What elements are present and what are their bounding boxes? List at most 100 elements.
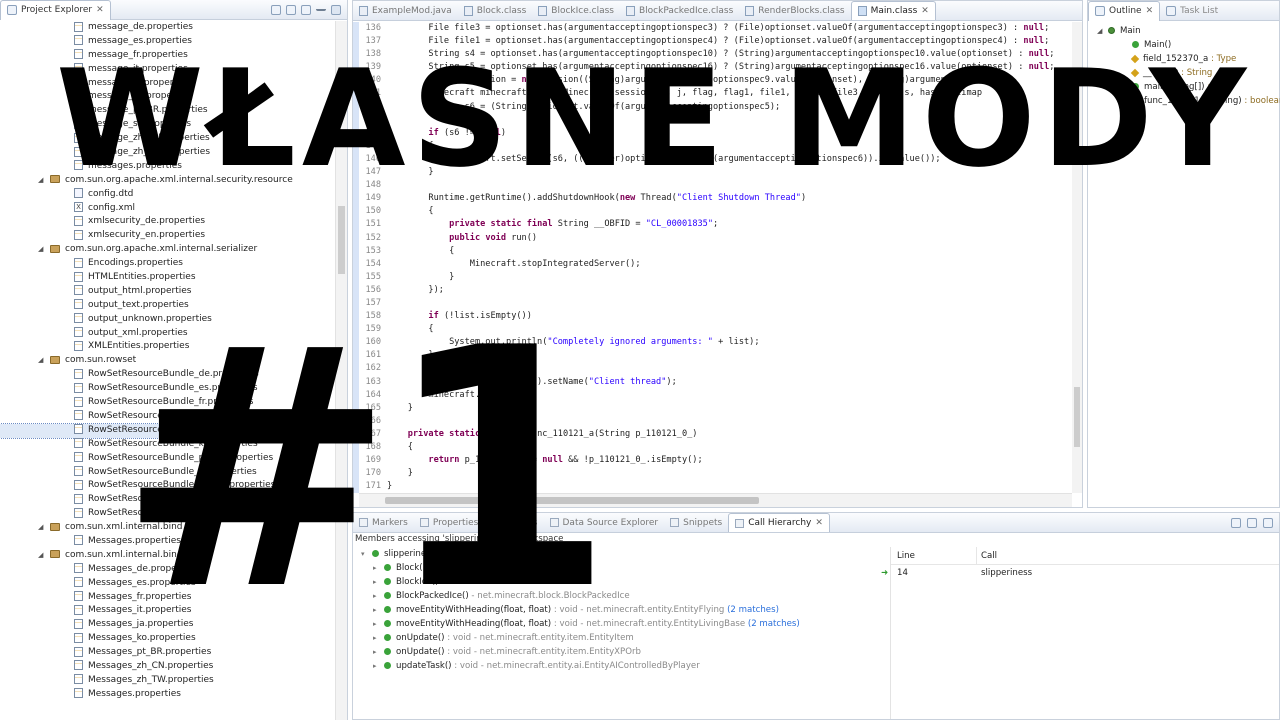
bottom-tab[interactable]: Snippets bbox=[664, 513, 728, 532]
outline-tab-label: Task List bbox=[1180, 5, 1219, 16]
properties-file-icon bbox=[74, 368, 83, 379]
properties-file-icon bbox=[74, 271, 83, 282]
code-text: private static final String __OBFID = "C… bbox=[449, 219, 719, 230]
editor-vertical-thumb[interactable] bbox=[1074, 387, 1080, 447]
class-icon bbox=[1108, 27, 1115, 34]
properties-file-icon bbox=[74, 632, 83, 643]
column-header-line[interactable]: Line bbox=[891, 547, 977, 564]
tab-task-list[interactable]: Task List bbox=[1160, 1, 1224, 21]
close-icon[interactable]: ✕ bbox=[96, 5, 104, 15]
collapse-all-icon[interactable] bbox=[271, 4, 281, 15]
code-line: 150 { bbox=[359, 205, 1072, 218]
code-line: 136 File file3 = optionset.has(argumenta… bbox=[359, 22, 1072, 35]
file-node[interactable]: Messages_zh_CN.properties bbox=[0, 660, 335, 674]
file-node[interactable]: xmlsecurity_de.properties bbox=[0, 215, 335, 229]
link-editor-icon[interactable] bbox=[286, 4, 296, 15]
code-text: { bbox=[387, 245, 455, 256]
view-menu-icon[interactable] bbox=[301, 4, 311, 15]
properties-file-icon bbox=[74, 313, 83, 324]
line-number-value: 14 bbox=[897, 568, 908, 578]
properties-file-icon bbox=[74, 660, 83, 671]
expand-arrow-icon[interactable]: ◢ bbox=[1097, 24, 1102, 38]
editor-tab-label: RenderBlocks.class bbox=[758, 5, 845, 16]
task-list-icon bbox=[1166, 5, 1177, 16]
editor-tab-label: ExampleMod.java bbox=[372, 5, 452, 16]
file-node[interactable]: message_de.properties bbox=[0, 21, 335, 35]
minimize-icon[interactable] bbox=[316, 5, 326, 11]
call-member-name: updateTask() bbox=[396, 661, 452, 671]
file-node[interactable]: Messages.properties bbox=[0, 688, 335, 702]
expand-arrow-icon[interactable]: ◢ bbox=[38, 521, 46, 535]
properties-file-icon bbox=[74, 340, 83, 351]
tree-node-label: Encodings.properties bbox=[88, 258, 183, 269]
code-line: 153 { bbox=[359, 245, 1072, 258]
outline-item[interactable]: ◢ Main bbox=[1088, 24, 1279, 38]
cell-line: ➜ 14 bbox=[881, 565, 977, 581]
tree-node-label: Messages_zh_TW.properties bbox=[88, 674, 214, 685]
file-node[interactable]: Encodings.properties bbox=[0, 257, 335, 271]
properties-file-icon bbox=[74, 535, 83, 546]
expand-arrow-icon[interactable]: ◢ bbox=[38, 243, 46, 257]
class-file-icon bbox=[463, 5, 473, 16]
call-member-location: : void - net.minecraft.entity.ai.EntityA… bbox=[451, 661, 700, 671]
expand-arrow-icon[interactable]: ◢ bbox=[38, 174, 46, 188]
file-node[interactable]: Messages_zh_TW.properties bbox=[0, 674, 335, 688]
code-text: { bbox=[387, 206, 434, 217]
editor-tab[interactable]: ExampleMod.java bbox=[353, 1, 458, 20]
table-header: Line Call bbox=[891, 547, 1279, 565]
outline-tab-label: Outline bbox=[1109, 6, 1142, 16]
properties-file-icon bbox=[74, 424, 83, 435]
class-file-icon bbox=[538, 5, 548, 16]
tab-project-explorer[interactable]: Project Explorer ✕ bbox=[0, 0, 111, 20]
code-line: 154 Minecraft.stopIntegratedServer(); bbox=[359, 258, 1072, 271]
overlay-episode-number: #1 bbox=[118, 278, 614, 662]
bottom-tab-label: Snippets bbox=[683, 517, 723, 528]
package-icon bbox=[50, 355, 60, 364]
outline-item-label: Main bbox=[1120, 26, 1141, 36]
editor-tab[interactable]: Main.class ✕ bbox=[850, 1, 936, 20]
tab-outline[interactable]: Outline ✕ bbox=[1088, 0, 1161, 21]
file-node[interactable]: Xconfig.xml bbox=[0, 202, 335, 216]
properties-file-icon bbox=[74, 563, 83, 574]
code-text: Minecraft.stopIntegratedServer(); bbox=[387, 258, 641, 269]
caller-hierarchy-icon[interactable] bbox=[1263, 517, 1273, 528]
project-explorer-tabbar: Project Explorer ✕ bbox=[0, 0, 347, 20]
editor-tab[interactable]: BlockIce.class bbox=[532, 1, 620, 20]
editor-tab[interactable]: BlockPackedIce.class bbox=[620, 1, 739, 20]
expand-arrow-icon[interactable]: ◢ bbox=[38, 549, 46, 563]
table-row[interactable]: ➜ 14 slipperiness bbox=[881, 565, 1279, 581]
properties-file-icon bbox=[74, 21, 83, 32]
editor-tab[interactable]: RenderBlocks.class bbox=[739, 1, 850, 20]
call-location-table: Line Call ➜ 14 slipperiness bbox=[881, 547, 1279, 719]
maximize-icon[interactable] bbox=[331, 4, 341, 15]
class-file-icon bbox=[745, 5, 755, 16]
editor-tab-label: Block.class bbox=[476, 5, 527, 16]
properties-file-icon bbox=[74, 479, 83, 490]
close-icon[interactable]: ✕ bbox=[921, 6, 929, 16]
tree-node-label: message_de.properties bbox=[88, 22, 193, 32]
properties-file-icon bbox=[74, 688, 83, 699]
package-node[interactable]: ◢ com.sun.org.apache.xml.internal.seriali… bbox=[0, 243, 335, 257]
column-header-call[interactable]: Call bbox=[977, 547, 997, 564]
go-to-arrow-icon: ➜ bbox=[881, 568, 889, 578]
close-icon[interactable]: ✕ bbox=[1146, 6, 1154, 16]
bottom-tab[interactable]: Call Hierarchy ✕ bbox=[728, 513, 830, 532]
refresh-icon[interactable] bbox=[1231, 517, 1241, 528]
properties-file-icon bbox=[74, 466, 83, 476]
expand-arrow-icon[interactable]: ◢ bbox=[38, 354, 46, 368]
properties-file-icon bbox=[74, 438, 83, 449]
close-icon[interactable]: ✕ bbox=[815, 518, 823, 528]
tab-project-explorer-label: Project Explorer bbox=[21, 5, 93, 15]
code-line: 151 private static final String __OBFID … bbox=[359, 218, 1072, 231]
explorer-scrollbar-thumb[interactable] bbox=[338, 206, 345, 274]
editor-tabbar: ExampleMod.java Block.class BlockIce.class… bbox=[353, 1, 1082, 21]
editor-tab[interactable]: Block.class bbox=[458, 1, 533, 20]
cell-call: slipperiness bbox=[981, 568, 1033, 578]
class-file-icon bbox=[359, 5, 368, 16]
callee-hierarchy-icon[interactable] bbox=[1247, 517, 1257, 528]
tree-node-label: Messages_zh_CN.properties bbox=[88, 660, 214, 671]
file-node[interactable]: xmlsecurity_en.properties bbox=[0, 229, 335, 243]
properties-file-icon bbox=[74, 382, 83, 393]
outline-tabbar: Outline ✕ Task List bbox=[1088, 0, 1279, 21]
view-icon bbox=[735, 518, 745, 528]
